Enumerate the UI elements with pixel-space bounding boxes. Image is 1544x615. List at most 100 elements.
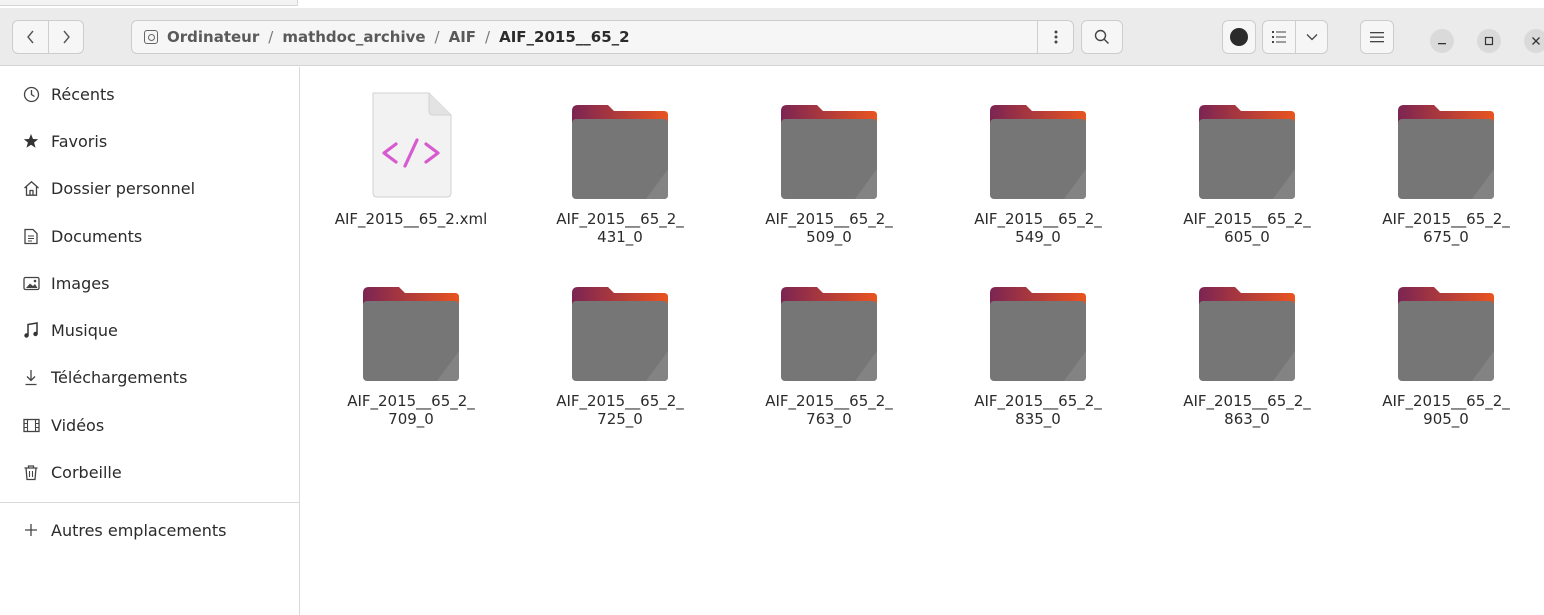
sidebar-item-videos[interactable]: Vidéos [0,405,299,445]
sidebar-item-favorites[interactable]: Favoris [0,121,299,161]
file-name: AIF_2015__65_2_ 431_0 [556,210,684,246]
file-name: AIF_2015__65_2_ 549_0 [974,210,1102,246]
folder-icon [1199,105,1295,199]
maximize-button[interactable] [1477,29,1501,53]
sidebar-item-documents[interactable]: Documents [0,216,299,256]
window-top-edge [0,0,298,6]
folder-icon [781,287,877,381]
document-icon [22,227,40,245]
file-name: AIF_2015__65_2_ 509_0 [765,210,893,246]
folder-item[interactable]: AIF_2015__65_2_ 509_0 [734,73,924,246]
folder-icon [363,287,459,381]
search-button[interactable] [1081,20,1123,54]
file-name: AIF_2015__65_2_ 835_0 [974,392,1102,428]
film-icon [22,416,40,434]
file-name: AIF_2015__65_2_ 863_0 [1183,392,1311,428]
file-name: AIF_2015__65_2.xml [334,210,488,228]
sidebar-item-downloads[interactable]: Téléchargements [0,357,299,397]
breadcrumb-aif[interactable]: AIF [449,28,476,46]
folder-item[interactable]: AIF_2015__65_2_ 905_0 [1351,255,1541,428]
plus-icon [22,521,40,539]
forward-button[interactable] [48,21,83,53]
breadcrumb-separator: / [434,28,440,46]
music-icon [22,321,40,339]
sidebar-item-recent[interactable]: Récents [0,74,299,114]
folder-item[interactable]: AIF_2015__65_2_ 835_0 [943,255,1133,428]
location-bar[interactable]: Ordinateur / mathdoc_archive / AIF / AIF… [131,20,1074,54]
chevron-right-icon [63,30,70,44]
sidebar-item-trash[interactable]: Corbeille [0,452,299,492]
folder-icon [781,105,877,199]
maximize-icon [1484,36,1494,46]
sidebar-item-label: Récents [51,84,115,104]
folder-icon [990,105,1086,199]
sidebar: Récents Favoris Dossier personnel Docume… [0,67,300,615]
minimize-icon [1438,43,1446,45]
folder-icon [1398,287,1494,381]
sidebar-item-label: Vidéos [51,415,105,435]
search-icon [1094,29,1109,44]
sidebar-item-other-locations[interactable]: Autres emplacements [0,510,299,550]
sidebar-item-images[interactable]: Images [0,263,299,303]
close-icon [1532,37,1540,45]
header-bar: Ordinateur / mathdoc_archive / AIF / AIF… [0,8,1544,66]
file-grid: AIF_2015__65_2.xml AIF_2015__65_2_ 431_0… [301,67,1544,615]
file-name: AIF_2015__65_2_ 725_0 [556,392,684,428]
folder-icon [990,287,1086,381]
sidebar-item-label: Musique [51,320,118,340]
sidebar-item-label: Documents [51,226,143,246]
breadcrumb-separator: / [268,28,274,46]
folder-item[interactable]: AIF_2015__65_2_ 763_0 [734,255,924,428]
trash-icon [22,463,40,481]
folder-icon [1398,105,1494,199]
chevron-left-icon [26,30,34,44]
view-controls [1262,20,1328,54]
file-item[interactable]: AIF_2015__65_2.xml [316,73,506,243]
chevron-down-icon [1306,34,1317,41]
folder-item[interactable]: AIF_2015__65_2_ 863_0 [1152,255,1342,428]
window-top-strip [0,0,1544,8]
folder-item[interactable]: AIF_2015__65_2_ 549_0 [943,73,1133,246]
download-icon [22,368,40,386]
vertical-dots-icon [1054,30,1057,44]
clock-icon [22,85,40,103]
sidebar-divider [0,502,299,503]
folder-item[interactable]: AIF_2015__65_2_ 431_0 [525,73,715,246]
back-button[interactable] [13,21,48,53]
sidebar-item-label: Corbeille [51,462,122,482]
file-name: AIF_2015__65_2_ 905_0 [1382,392,1510,428]
folder-item[interactable]: AIF_2015__65_2_ 605_0 [1152,73,1342,246]
file-name: AIF_2015__65_2_ 675_0 [1382,210,1510,246]
minimize-button[interactable] [1430,29,1454,53]
sidebar-item-home[interactable]: Dossier personnel [0,168,299,208]
folder-item[interactable]: AIF_2015__65_2_ 675_0 [1351,73,1541,246]
folder-item[interactable]: AIF_2015__65_2_ 725_0 [525,255,715,428]
file-name: AIF_2015__65_2_ 763_0 [765,392,893,428]
file-name: AIF_2015__65_2_ 709_0 [347,392,475,428]
breadcrumb-separator: / [485,28,491,46]
breadcrumb-current-folder[interactable]: AIF_2015__65_2 [499,28,630,46]
location-menu-button[interactable] [1037,21,1073,53]
list-view-button[interactable] [1263,21,1295,53]
home-icon [22,179,40,197]
record-button[interactable] [1222,20,1256,54]
file-name: AIF_2015__65_2_ 605_0 [1183,210,1311,246]
folder-item[interactable]: AIF_2015__65_2_ 709_0 [316,255,506,428]
breadcrumb-mathdoc-archive[interactable]: mathdoc_archive [282,28,425,46]
sidebar-item-label: Autres emplacements [51,520,227,540]
sidebar-item-music[interactable]: Musique [0,310,299,350]
navigation-buttons [12,20,84,54]
main-menu-button[interactable] [1360,20,1394,54]
folder-icon [572,287,668,381]
drive-icon [144,30,158,44]
image-icon [22,274,40,292]
close-button[interactable] [1524,29,1544,53]
view-options-button[interactable] [1295,21,1327,53]
sidebar-item-label: Téléchargements [51,367,188,387]
hamburger-icon [1370,32,1384,43]
record-icon [1230,28,1248,46]
list-view-icon [1272,31,1286,43]
sidebar-item-label: Favoris [51,131,108,151]
xml-file-icon [372,92,452,198]
breadcrumb-computer[interactable]: Ordinateur [167,28,259,46]
